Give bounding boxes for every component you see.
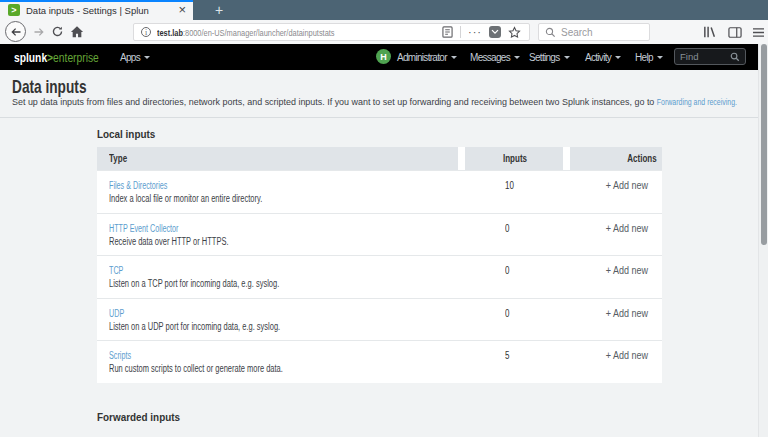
browser-tab[interactable]: > Data inputs - Settings | Splun × bbox=[0, 0, 193, 20]
menu-help[interactable]: Help bbox=[635, 44, 663, 70]
menu-activity[interactable]: Activity bbox=[585, 44, 621, 70]
tab-close-icon[interactable]: × bbox=[178, 3, 186, 16]
table-row: Files & Directories Index a local file o… bbox=[97, 170, 662, 213]
splunk-product: enterprise bbox=[53, 50, 99, 65]
input-type-description: Receive data over HTTP or HTTPS. bbox=[109, 236, 228, 248]
page-scrollbar[interactable] bbox=[758, 44, 768, 437]
forwarded-inputs-heading: Forwarded inputs bbox=[97, 411, 180, 423]
column-header-inputs: Inputs bbox=[465, 147, 563, 170]
table-row: UDP Listen on a UDP port for incoming da… bbox=[97, 298, 662, 341]
input-type-description: Listen on a TCP port for incoming data, … bbox=[109, 278, 279, 290]
chevron-down-icon bbox=[615, 56, 621, 62]
splunk-favicon-icon: > bbox=[8, 4, 20, 16]
user-avatar[interactable]: H bbox=[376, 49, 391, 64]
add-new-link[interactable]: + Add new bbox=[606, 350, 648, 362]
url-host: test.lab bbox=[157, 27, 183, 38]
library-icon[interactable] bbox=[701, 25, 717, 39]
tab-title: Data inputs - Settings | Splun bbox=[26, 5, 172, 16]
url-path: :8000/en-US/manager/launcher/datainputst… bbox=[183, 27, 335, 38]
input-type-link[interactable]: HTTP Event Collector bbox=[109, 223, 178, 235]
browser-toolbar: i test.lab:8000/en-US/manager/launcher/d… bbox=[0, 20, 768, 44]
menu-administrator[interactable]: Administrator bbox=[397, 44, 457, 70]
search-icon bbox=[545, 27, 556, 38]
add-new-link[interactable]: + Add new bbox=[606, 265, 648, 277]
chevron-down-icon bbox=[144, 56, 150, 62]
add-new-link[interactable]: + Add new bbox=[606, 180, 648, 192]
back-button[interactable] bbox=[5, 21, 26, 42]
inputs-count: 10 bbox=[505, 180, 514, 192]
reload-button[interactable] bbox=[51, 25, 64, 38]
reader-mode-icon[interactable] bbox=[442, 26, 453, 38]
input-type-link[interactable]: Scripts bbox=[109, 350, 131, 362]
local-inputs-table: Type Inputs Actions Files & Directories … bbox=[97, 147, 662, 383]
scrollbar-thumb[interactable] bbox=[761, 44, 767, 245]
url-text: test.lab:8000/en-US/manager/launcher/dat… bbox=[157, 27, 379, 38]
page-description: Set up data inputs from files and direct… bbox=[12, 96, 760, 108]
input-type-description: Listen on a UDP port for incoming data, … bbox=[109, 321, 280, 333]
find-input[interactable]: Find bbox=[674, 48, 746, 65]
input-type-link[interactable]: UDP bbox=[109, 308, 124, 320]
browser-tab-bar: > Data inputs - Settings | Splun × + bbox=[0, 0, 768, 20]
forwarding-receiving-link[interactable]: Forwarding and receiving. bbox=[657, 96, 737, 108]
chevron-down-icon bbox=[514, 56, 520, 62]
local-inputs-heading: Local inputs bbox=[97, 128, 155, 140]
home-button[interactable] bbox=[70, 25, 84, 38]
chevron-down-icon bbox=[657, 56, 663, 62]
sidebar-toggle-icon[interactable] bbox=[727, 25, 742, 39]
inputs-count: 0 bbox=[505, 308, 509, 320]
table-row: TCP Listen on a TCP port for incoming da… bbox=[97, 255, 662, 298]
menu-messages[interactable]: Messages bbox=[470, 44, 520, 70]
new-tab-button[interactable]: + bbox=[206, 0, 232, 20]
table-header: Type Inputs Actions bbox=[97, 147, 662, 170]
urlbar-separator bbox=[460, 26, 461, 38]
chevron-down-icon bbox=[564, 56, 570, 62]
page-content: Data inputs Set up data inputs from file… bbox=[0, 70, 768, 437]
active-tab-indicator bbox=[0, 0, 193, 2]
header-divider bbox=[0, 117, 768, 118]
inputs-count: 0 bbox=[505, 223, 509, 235]
input-type-link[interactable]: TCP bbox=[109, 265, 123, 277]
splunk-brand: splunk bbox=[14, 50, 47, 65]
input-type-link[interactable]: Files & Directories bbox=[109, 180, 167, 192]
find-placeholder: Find bbox=[680, 51, 698, 62]
hamburger-menu-icon[interactable] bbox=[751, 25, 765, 39]
column-header-type: Type bbox=[97, 147, 458, 170]
input-type-description: Run custom scripts to collect or generat… bbox=[109, 363, 283, 375]
column-header-actions: Actions bbox=[570, 147, 662, 170]
splunk-logo[interactable]: splunk>enterprise bbox=[14, 44, 99, 70]
add-new-link[interactable]: + Add new bbox=[606, 308, 648, 320]
forward-button[interactable] bbox=[32, 25, 46, 38]
apps-menu[interactable]: Apps bbox=[120, 44, 150, 70]
input-type-description: Index a local file or monitor an entire … bbox=[109, 193, 262, 205]
page-actions-icon[interactable]: ··· bbox=[468, 28, 482, 36]
table-row: HTTP Event Collector Receive data over H… bbox=[97, 213, 662, 256]
menu-settings[interactable]: Settings bbox=[529, 44, 570, 70]
inputs-count: 0 bbox=[505, 265, 509, 277]
add-new-link[interactable]: + Add new bbox=[606, 223, 648, 235]
chevron-down-icon bbox=[451, 56, 457, 62]
search-placeholder: Search bbox=[561, 27, 593, 38]
find-search-icon bbox=[730, 52, 740, 62]
splunk-top-bar: splunk>enterprise Apps H Administrator M… bbox=[0, 44, 768, 70]
address-bar[interactable]: i test.lab:8000/en-US/manager/launcher/d… bbox=[133, 23, 530, 41]
page-title: Data inputs bbox=[12, 76, 86, 98]
bookmark-star-icon[interactable] bbox=[508, 26, 521, 39]
pocket-icon[interactable] bbox=[489, 26, 501, 38]
inputs-count: 5 bbox=[505, 350, 509, 362]
browser-search-input[interactable]: Search bbox=[538, 23, 650, 41]
site-info-icon[interactable]: i bbox=[141, 27, 151, 37]
table-row: Scripts Run custom scripts to collect or… bbox=[97, 340, 662, 383]
